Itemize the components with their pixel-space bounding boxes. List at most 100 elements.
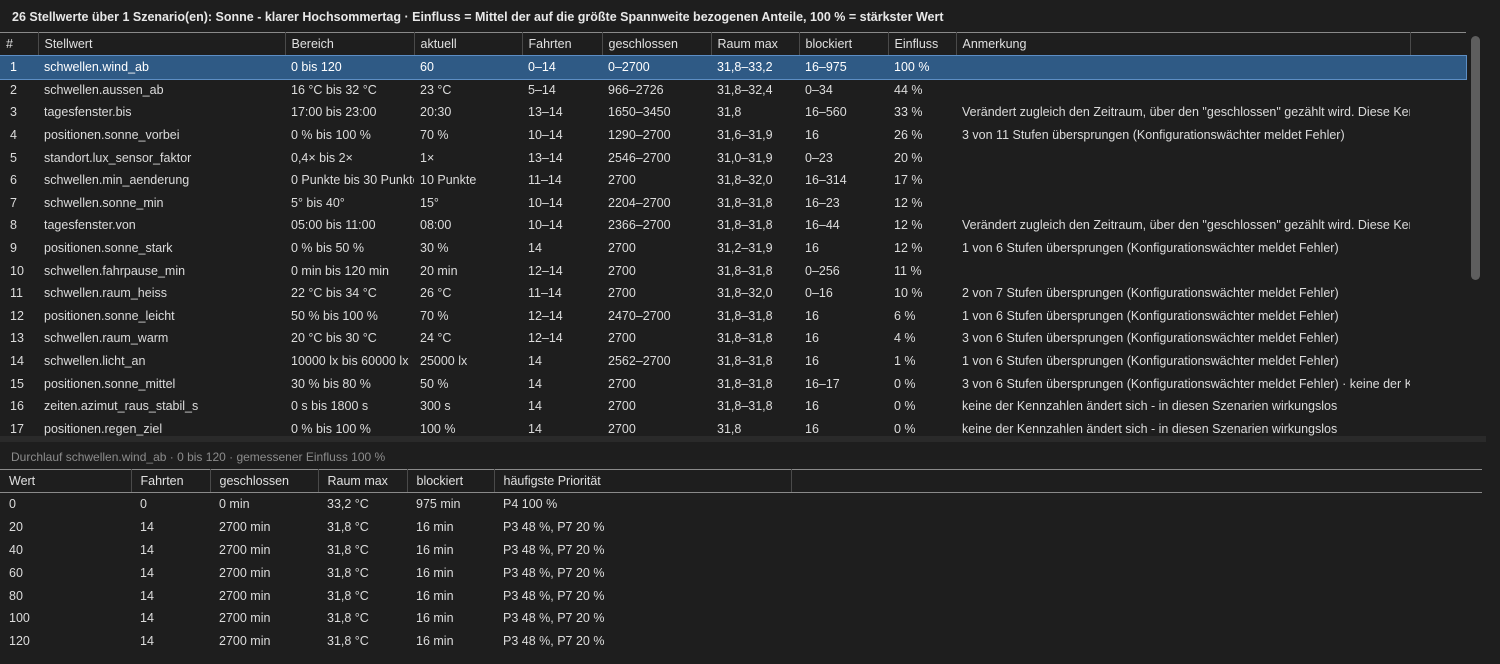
detail-cell-wert: 100 [9, 611, 30, 626]
table-row[interactable]: 6 schwellen.min_aenderung 0 Punkte bis 30 … [0, 169, 1466, 192]
table-row[interactable]: 1 schwellen.wind_ab 0 bis 120 60 0–14 0–2700 3… [0, 54, 1467, 80]
table-row[interactable]: 14 schwellen.licht_an 10000 lx bis 60000 l… [0, 350, 1466, 373]
cell-bereich: 5° bis 40° [291, 195, 345, 210]
detail-cell-filler [791, 493, 1482, 516]
cell-geschlossen: 2366–2700 [608, 218, 671, 233]
detail-cell-raum-max: 31,8 °C [327, 588, 369, 603]
cell-geschlossen: 966–2726 [608, 82, 664, 97]
scrollbar-thumb[interactable] [1471, 36, 1480, 280]
column-header-bereich[interactable]: Bereich [285, 32, 415, 56]
detail-cell-blockiert: 16 min [416, 565, 454, 580]
table-row[interactable]: 12 positionen.sonne_leicht 50 % bis 100 % 7… [0, 305, 1466, 328]
detail-header-blockiert[interactable]: blockiert [407, 469, 495, 493]
cell-index: 7 [10, 195, 17, 210]
table-row[interactable]: 11 schwellen.raum_heiss 22 °C bis 34 °C 26 … [0, 282, 1466, 305]
column-header-fahrten[interactable]: Fahrten [522, 32, 603, 56]
column-header-raum-max[interactable]: Raum max [711, 32, 800, 56]
cell-bereich: 0 % bis 100 % [291, 421, 371, 436]
table-row[interactable]: 17 positionen.regen_ziel 0 % bis 100 % 100 … [0, 418, 1466, 437]
detail-cell-geschlossen: 0 min [219, 497, 250, 512]
table-row[interactable]: 10 schwellen.fahrpause_min 0 min bis 120 m… [0, 259, 1466, 282]
table-row[interactable]: 4 positionen.sonne_vorbei 0 % bis 100 % 70 … [0, 124, 1466, 147]
cell-fahrten: 5–14 [528, 82, 556, 97]
detail-header-raum-max[interactable]: Raum max [318, 469, 408, 493]
table-row[interactable]: 16 zeiten.azimut_raus_stabil_s 0 s bis 180… [0, 395, 1466, 418]
column-header-anmerkung[interactable]: Anmerkung [956, 32, 1411, 56]
cell-einfluss: 100 % [888, 55, 956, 79]
cell-blockiert: 16 [805, 241, 819, 256]
detail-cell-blockiert: 16 min [416, 611, 454, 626]
cell-index: 8 [10, 218, 17, 233]
detail-header-prioritaet[interactable]: häufigste Priorität [494, 469, 792, 493]
parameter-table-scrollbar[interactable] [1469, 32, 1483, 436]
cell-index: 6 [10, 173, 17, 188]
detail-row[interactable]: 40 14 2700 min 31,8 °C 16 min P3 48 %, P7 20 … [0, 539, 1482, 562]
detail-cell-blockiert: 16 min [416, 542, 454, 557]
cell-anmerkung [956, 79, 1410, 102]
column-header-blockiert[interactable]: blockiert [799, 32, 889, 56]
cell-index: 1 [0, 55, 38, 79]
cell-filler [1410, 327, 1466, 350]
cell-raum-max: 31,8–31,8 [717, 308, 773, 323]
detail-cell-raum-max: 31,8 °C [327, 611, 369, 626]
cell-filler [1410, 259, 1466, 282]
table-row[interactable]: 9 positionen.sonne_stark 0 % bis 50 % 30 % 1… [0, 237, 1466, 260]
detail-row[interactable]: 120 14 2700 min 31,8 °C 16 min P3 48 %, P7 20… [0, 630, 1482, 653]
detail-caption: Durchlauf schwellen.wind_ab · 0 bis 120 … [11, 450, 386, 464]
cell-einfluss: 17 % [894, 173, 923, 188]
table-row[interactable]: 3 tagesfenster.bis 17:00 bis 23:00 20:30 13–… [0, 101, 1466, 124]
cell-blockiert: 0–256 [805, 263, 840, 278]
cell-raum-max: 31,8–32,0 [717, 286, 773, 301]
detail-cell-raum-max: 31,8 °C [327, 520, 369, 535]
cell-anmerkung: 2 von 7 Stufen übersprungen (Konfigurati… [962, 286, 1339, 301]
column-header-stellwert[interactable]: Stellwert [38, 32, 286, 56]
table-row[interactable]: 7 schwellen.sonne_min 5° bis 40° 15° 10–14 22… [0, 192, 1466, 215]
cell-einfluss: 0 % [894, 376, 916, 391]
cell-stellwert: standort.lux_sensor_faktor [44, 150, 192, 165]
detail-cell-fahrten: 14 [140, 634, 154, 649]
cell-fahrten: 10–14 [528, 195, 563, 210]
detail-row[interactable]: 80 14 2700 min 31,8 °C 16 min P3 48 %, P7 20 … [0, 584, 1482, 607]
detail-table-body: 0 0 0 min 33,2 °C 975 min P4 100 % 20 14 2700 mi… [0, 493, 1482, 653]
cell-anmerkung: 1 von 6 Stufen übersprungen (Konfigurati… [962, 241, 1339, 256]
cell-bereich: 0 % bis 100 % [291, 128, 371, 143]
table-row[interactable]: 13 schwellen.raum_warm 20 °C bis 30 °C 24 °… [0, 327, 1466, 350]
cell-geschlossen: 2700 [608, 421, 636, 436]
detail-cell-filler [791, 584, 1482, 607]
cell-stellwert: positionen.sonne_leicht [44, 308, 175, 323]
cell-anmerkung: 3 von 11 Stufen übersprungen (Konfigurat… [962, 128, 1345, 143]
cell-aktuell: 25000 lx [420, 354, 468, 369]
cell-stellwert: schwellen.licht_an [44, 354, 146, 369]
column-header-geschlossen[interactable]: geschlossen [602, 32, 712, 56]
column-header-einfluss[interactable]: Einfluss [888, 32, 957, 56]
detail-row[interactable]: 0 0 0 min 33,2 °C 975 min P4 100 % [0, 493, 1482, 516]
cell-blockiert: 16 [805, 421, 819, 436]
detail-row[interactable]: 60 14 2700 min 31,8 °C 16 min P3 48 %, P7 20 … [0, 561, 1482, 584]
cell-aktuell: 70 % [420, 128, 449, 143]
cell-einfluss: 12 % [894, 218, 923, 233]
cell-bereich: 0 s bis 1800 s [291, 399, 369, 414]
cell-aktuell: 300 s [420, 399, 451, 414]
table-row[interactable]: 15 positionen.sonne_mittel 30 % bis 80 % 50… [0, 372, 1466, 395]
table-row[interactable]: 8 tagesfenster.von 05:00 bis 11:00 08:00 10–… [0, 214, 1466, 237]
cell-raum-max: 31,8–31,8 [717, 263, 773, 278]
cell-aktuell: 10 Punkte [420, 173, 477, 188]
cell-index: 2 [10, 82, 17, 97]
cell-aktuell: 23 °C [420, 82, 452, 97]
detail-cell-prioritaet: P3 48 %, P7 20 % [503, 542, 605, 557]
cell-fahrten: 0–14 [522, 55, 602, 79]
table-row[interactable]: 5 standort.lux_sensor_faktor 0,4× bis 2× 1×… [0, 146, 1466, 169]
column-header-aktuell[interactable]: aktuell [414, 32, 523, 56]
table-row[interactable]: 2 schwellen.aussen_ab 16 °C bis 32 °C 23 °C… [0, 79, 1466, 102]
detail-row[interactable]: 100 14 2700 min 31,8 °C 16 min P3 48 %, P7 20… [0, 607, 1482, 630]
cell-stellwert: schwellen.min_aenderung [44, 173, 190, 188]
column-header-index[interactable]: # [0, 32, 39, 56]
pane-splitter[interactable] [0, 436, 1486, 442]
detail-header-wert[interactable]: Wert [0, 469, 132, 493]
cell-einfluss: 33 % [894, 105, 923, 120]
detail-header-geschlossen[interactable]: geschlossen [210, 469, 319, 493]
cell-stellwert: schwellen.raum_heiss [44, 286, 167, 301]
detail-header-fahrten[interactable]: Fahrten [131, 469, 211, 493]
detail-row[interactable]: 20 14 2700 min 31,8 °C 16 min P3 48 %, P7 20 … [0, 516, 1482, 539]
cell-geschlossen: 2700 [608, 376, 636, 391]
